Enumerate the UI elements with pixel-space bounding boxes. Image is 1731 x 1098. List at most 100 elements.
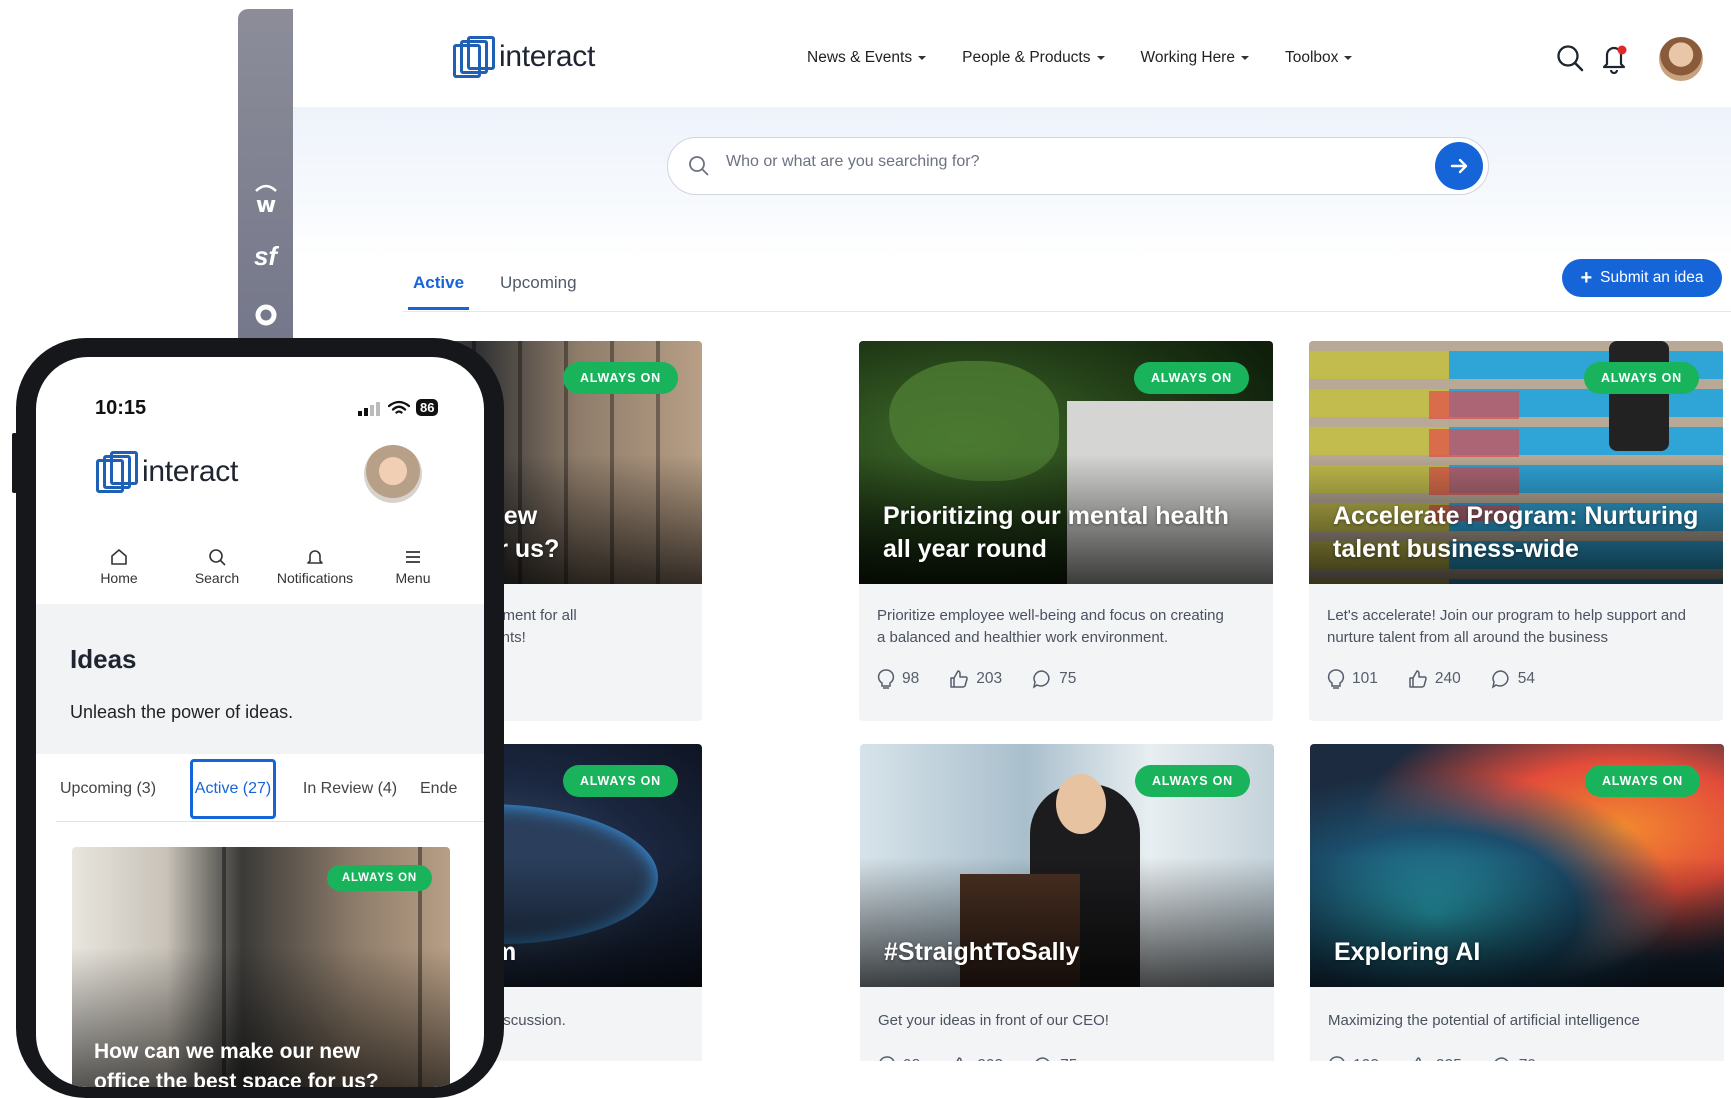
comments-count: 75: [1059, 670, 1077, 687]
comment-icon: [1035, 1057, 1050, 1061]
tab-upcoming[interactable]: Upcoming: [495, 273, 582, 310]
comments-count: 79: [1519, 1057, 1536, 1061]
idea-card[interactable]: ALWAYS ON Accelerate Program: Nurturing …: [1309, 341, 1723, 721]
battery-indicator: 86: [416, 399, 439, 416]
phone-tab-ended[interactable]: Ende: [420, 759, 457, 819]
phone-nav-home[interactable]: Home: [70, 547, 168, 586]
search-field-icon: [688, 155, 710, 182]
phone-idea-card[interactable]: ALWAYS ON How can we make our new office…: [72, 847, 450, 1087]
ideas-stat[interactable]: 98: [878, 1056, 920, 1061]
successfactors-label: sf: [253, 241, 278, 271]
likes-count: 203: [977, 1057, 1003, 1061]
interact-logo-icon: [453, 36, 495, 78]
ideas-count: 98: [902, 670, 920, 687]
phone-nav-menu[interactable]: Menu: [364, 547, 462, 586]
bell-icon[interactable]: [1599, 42, 1629, 79]
arrow-right-icon: [1450, 158, 1468, 174]
nav-label: Toolbox: [1284, 49, 1339, 66]
comments-stat[interactable]: 79: [1492, 1056, 1536, 1061]
always-on-badge: ALWAYS ON: [1583, 362, 1699, 394]
card-image: ALWAYS ON Accelerate Program: Nurturing …: [1309, 341, 1723, 584]
card-title: #StraightToSally: [884, 938, 1080, 966]
card-image: ALWAYS ON #StraightToSally: [860, 744, 1274, 987]
phone-tab-in-review[interactable]: In Review (4): [300, 759, 400, 819]
phone-brand-name: interact: [142, 455, 238, 488]
likes-stat[interactable]: 225: [1409, 1056, 1462, 1061]
idea-card[interactable]: ALWAYS ON Prioritizing our mental health…: [859, 341, 1273, 721]
nav-news-events[interactable]: News & Events: [807, 49, 927, 67]
always-on-badge: ALWAYS ON: [1133, 362, 1249, 394]
wifi-icon: [388, 400, 410, 414]
comments-stat[interactable]: 54: [1491, 669, 1535, 689]
search-icon[interactable]: [1555, 43, 1585, 78]
card-description: Get your ideas in front of our CEO!: [878, 1012, 1109, 1029]
phone-side-button: [12, 433, 17, 493]
comments-stat[interactable]: 75: [1032, 669, 1076, 689]
ideas-header: Ideas Unleash the power of ideas.: [36, 604, 484, 754]
comments-count: 54: [1517, 670, 1535, 687]
ideas-stat[interactable]: 98: [877, 669, 919, 689]
idea-card[interactable]: ALWAYS ON Exploring AI Maximizing the po…: [1310, 744, 1724, 1061]
status-time: 10:15: [95, 397, 147, 419]
desktop-window: interact News & Events People & Products…: [293, 9, 1731, 1061]
phone-nav-search[interactable]: Search: [168, 547, 266, 586]
card-description: Prioritize employee well-being and focus…: [877, 607, 1224, 646]
comment-icon: [1033, 670, 1050, 689]
phone-ideas-tabs: Upcoming (3) Active (27) In Review (4) E…: [36, 759, 484, 821]
nav-working-here[interactable]: Working Here: [1141, 49, 1249, 67]
nav-toolbox[interactable]: Toolbox: [1284, 49, 1353, 67]
likes-count: 240: [1434, 670, 1461, 687]
ideas-stat[interactable]: 101: [1327, 669, 1378, 689]
phone-nav-notifications[interactable]: Notifications: [266, 547, 364, 586]
ideas-title: Ideas: [70, 644, 137, 674]
card-stats: 98 203 75: [878, 1056, 1077, 1061]
ideas-stat[interactable]: 102: [1328, 1056, 1379, 1061]
submit-idea-label: Submit an idea: [1600, 269, 1704, 286]
svg-text:w: w: [255, 193, 275, 215]
lightbulb-icon: [1329, 1056, 1345, 1061]
idea-card[interactable]: ALWAYS ON #StraightToSally Get your idea…: [860, 744, 1274, 1061]
phone-brand-logo[interactable]: interact: [96, 451, 238, 493]
card-stats: 101 240 54: [1327, 669, 1535, 689]
plus-icon: +: [1580, 266, 1593, 289]
card-image: ALWAYS ON Exploring AI: [1310, 744, 1724, 987]
hamburger-menu-icon: [406, 551, 420, 563]
lightbulb-icon: [1327, 669, 1345, 689]
nav-label: People & Products: [962, 49, 1091, 66]
likes-stat[interactable]: 240: [1408, 669, 1461, 689]
comments-stat[interactable]: 75: [1033, 1056, 1077, 1061]
circle-app-icon[interactable]: [238, 303, 293, 332]
phone-tab-upcoming[interactable]: Upcoming (3): [60, 759, 156, 819]
avatar[interactable]: [1659, 37, 1703, 81]
search-input[interactable]: [724, 152, 1408, 172]
thumbs-up-icon: [1409, 670, 1427, 688]
top-bar: interact News & Events People & Products…: [293, 9, 1731, 107]
card-stats: 98 203 75: [877, 669, 1076, 689]
workday-icon[interactable]: w: [238, 181, 293, 222]
caret-down-icon: [918, 56, 927, 60]
tab-active[interactable]: Active: [408, 273, 470, 310]
ideas-count: 101: [1352, 670, 1378, 687]
always-on-badge: ALWAYS ON: [326, 865, 432, 891]
always-on-badge: ALWAYS ON: [1134, 765, 1250, 797]
likes-stat[interactable]: 203: [950, 1056, 1003, 1061]
card-description: Let's accelerate! Join our program to he…: [1327, 607, 1686, 646]
always-on-badge: ALWAYS ON: [562, 362, 678, 394]
ideas-subtitle: Unleash the power of ideas.: [70, 702, 294, 722]
likes-stat[interactable]: 203: [949, 669, 1002, 689]
successfactors-icon[interactable]: sf: [238, 241, 293, 272]
phone-nav-label: Menu: [395, 570, 431, 586]
home-icon: [111, 549, 127, 565]
brand-logo[interactable]: interact: [453, 36, 595, 78]
ideas-count: 98: [903, 1057, 920, 1061]
phone-avatar[interactable]: [364, 445, 422, 503]
nav-people-products[interactable]: People & Products: [962, 49, 1105, 67]
ideas-count: 102: [1353, 1057, 1379, 1061]
app-rail: w sf: [238, 9, 293, 349]
phone-tab-active[interactable]: Active (27): [190, 759, 276, 819]
signal-icon: [358, 401, 380, 416]
submit-idea-button[interactable]: + Submit an idea: [1562, 259, 1722, 297]
search-bar: [667, 137, 1489, 195]
search-submit-button[interactable]: [1435, 142, 1483, 190]
thumbs-up-icon: [1415, 1057, 1421, 1061]
